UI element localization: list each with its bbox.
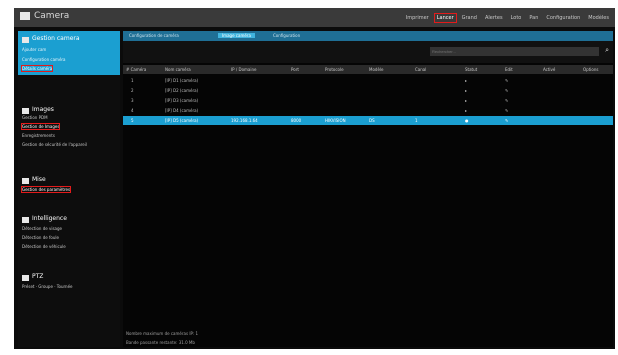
camera-logo-icon — [20, 12, 30, 20]
tab-camera-image[interactable]: Image caméra — [218, 33, 255, 38]
top-menu: Imprimer Lancer Grand Alertes Loto Pan C… — [404, 8, 611, 27]
ptz-icon — [22, 275, 29, 281]
table-cell-num: 4 — [131, 108, 134, 113]
sidebar-item[interactable]: Détection de véhicule — [22, 244, 66, 249]
top-bar: Camera Imprimer Lancer Grand Alertes Lot… — [14, 8, 615, 27]
table-cell-edit[interactable]: ✎ — [505, 98, 508, 103]
table-cell-ip: 192.168.1.64 — [231, 118, 258, 123]
settings-icon — [22, 178, 29, 184]
sidebar-item[interactable]: Gestion PDM — [22, 115, 48, 120]
column-header[interactable]: Nom caméra — [165, 67, 191, 72]
table-cell-status[interactable]: ▸ — [465, 108, 467, 113]
table-cell-model: DS — [369, 118, 375, 123]
menu-item[interactable]: Configuration — [544, 14, 582, 22]
sidebar-section-title: Mise — [32, 176, 46, 183]
camera-icon — [22, 37, 29, 43]
column-header[interactable]: Canal — [415, 67, 426, 72]
search-bar: ⌕ — [123, 41, 613, 63]
footer-max-cameras: Nombre maximum de caméras IP: 1 — [126, 331, 199, 336]
menu-item[interactable]: Alertes — [483, 14, 505, 22]
sidebar-item[interactable]: Configuration caméra — [22, 57, 66, 62]
intelligence-icon — [22, 217, 29, 223]
column-header[interactable]: IP / Domaine — [231, 67, 256, 72]
table-cell-num: 3 — [131, 98, 134, 103]
table-row-selected[interactable]: 5 [IP] D5 (caméra) 192.168.1.64 8000 HIKVISI… — [123, 116, 613, 125]
image-icon — [22, 108, 29, 114]
tab-bar: Configuration de caméra Image caméra Con… — [123, 31, 613, 41]
column-header[interactable]: Protocole — [325, 67, 344, 72]
sidebar-item[interactable]: Détection de visage — [22, 226, 62, 231]
table-cell-status[interactable]: ● — [465, 118, 469, 123]
search-input[interactable] — [430, 47, 599, 56]
menu-item[interactable]: Grand — [460, 14, 479, 22]
main-panel: Configuration de caméra Image caméra Con… — [123, 31, 613, 347]
table-cell-port: 8000 — [291, 118, 302, 123]
sidebar-section-title: Gestion camera — [32, 35, 80, 42]
app-title: Camera — [34, 11, 70, 21]
table-header: # Caméra Nom caméra IP / Domaine Port Pr… — [123, 65, 613, 74]
column-header[interactable]: Options — [583, 67, 598, 72]
sidebar-section-title: PTZ — [32, 273, 44, 280]
table-cell-protocol: HIKVISION — [325, 118, 346, 123]
table-cell-edit[interactable]: ✎ — [505, 88, 508, 93]
sidebar-item-highlighted[interactable]: Gestion de Images — [20, 123, 61, 130]
table-cell-status[interactable]: ▸ — [465, 78, 467, 83]
column-header[interactable]: Port — [291, 67, 299, 72]
table-cell-name: [IP] D3 (caméra) — [165, 98, 199, 103]
table-cell-num: 5 — [131, 118, 134, 123]
tab-configuration[interactable]: Configuration — [273, 33, 300, 38]
table-cell-edit[interactable]: ✎ — [505, 78, 508, 83]
sidebar-item-highlighted[interactable]: Gestion des paramètres — [20, 186, 72, 193]
menu-item[interactable]: Pan — [527, 14, 540, 22]
table-cell-num: 2 — [131, 88, 134, 93]
search-icon[interactable]: ⌕ — [605, 46, 609, 55]
sidebar: Gestion camera Ajouter cam Configuration… — [18, 31, 120, 347]
menu-item[interactable]: Modèles — [586, 14, 611, 22]
sidebar-section-title: Intelligence — [32, 215, 67, 222]
sidebar-section-title: Images — [32, 106, 54, 113]
table-cell-num: 1 — [131, 78, 134, 83]
sidebar-item-highlighted[interactable]: Détails caméra — [20, 65, 54, 72]
column-header[interactable]: Modèle — [369, 67, 383, 72]
sidebar-section-camera: Gestion camera Ajouter cam Configuration… — [18, 31, 120, 75]
sidebar-item[interactable]: Ajouter cam — [22, 47, 46, 52]
table-cell-status[interactable]: ▸ — [465, 98, 467, 103]
column-header[interactable]: Edit — [505, 67, 513, 72]
sidebar-item[interactable]: Enregistrements — [22, 133, 55, 138]
column-header[interactable]: Activé — [543, 67, 555, 72]
table-row[interactable]: 1 [IP] D1 (caméra) ▸ ✎ — [123, 76, 613, 85]
table-cell-edit[interactable]: ✎ — [505, 118, 508, 123]
sidebar-item[interactable]: Gestion de sécurité de l'appareil — [22, 142, 87, 147]
camera-app-window: Camera Imprimer Lancer Grand Alertes Lot… — [14, 8, 615, 349]
table-row[interactable]: 4 [IP] D4 (caméra) ▸ ✎ — [123, 106, 613, 115]
table-cell-name: [IP] D5 (caméra) — [165, 118, 199, 123]
footer-bandwidth: Bande passante restante: 31.0 Mb — [126, 340, 195, 345]
menu-item-active[interactable]: Lancer — [433, 12, 457, 23]
menu-item[interactable]: Loto — [509, 14, 524, 22]
table-cell-name: [IP] D2 (caméra) — [165, 88, 199, 93]
tab-camera-config[interactable]: Configuration de caméra — [129, 33, 179, 38]
table-cell-name: [IP] D1 (caméra) — [165, 78, 199, 83]
table-cell-name: [IP] D4 (caméra) — [165, 108, 199, 113]
sidebar-item[interactable]: Préset · Groupe · Tournée — [22, 284, 73, 289]
menu-item[interactable]: Imprimer — [404, 14, 431, 22]
table-cell-status[interactable]: ▸ — [465, 88, 467, 93]
table-cell-edit[interactable]: ✎ — [505, 108, 508, 113]
sidebar-item[interactable]: Détection de foule — [22, 235, 59, 240]
column-header[interactable]: # Caméra — [126, 67, 146, 72]
column-header[interactable]: Statut — [465, 67, 477, 72]
table-row[interactable]: 2 [IP] D2 (caméra) ▸ ✎ — [123, 86, 613, 95]
table-cell-channel: 1 — [415, 118, 418, 123]
table-row[interactable]: 3 [IP] D3 (caméra) ▸ ✎ — [123, 96, 613, 105]
